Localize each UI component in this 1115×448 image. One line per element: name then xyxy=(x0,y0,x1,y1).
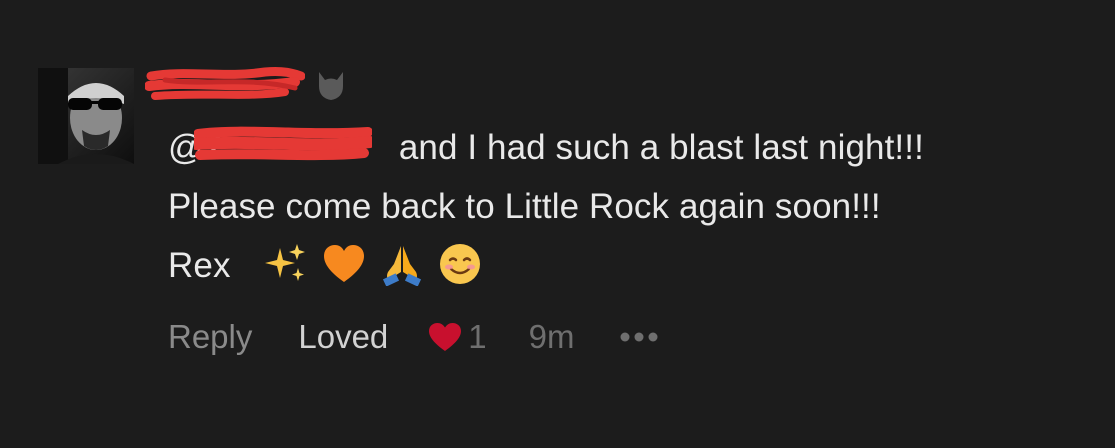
username-row xyxy=(145,62,349,106)
heart-icon[interactable] xyxy=(428,322,462,352)
sparkles-emoji xyxy=(265,244,306,281)
like-count: 1 xyxy=(468,318,487,355)
comment-actions: Reply Loved 1 9m xyxy=(168,312,663,362)
avatar[interactable] xyxy=(38,68,134,164)
comment-line-1: @2 and I had such a blast last night!!! xyxy=(168,118,1068,177)
avatar-photo xyxy=(38,68,134,164)
comment-line-2: Please come back to Little Rock again so… xyxy=(168,187,881,226)
comment-text-line1: and I had such a blast last night!!! xyxy=(398,128,924,167)
folded-hands-emoji xyxy=(382,246,421,286)
comment-line-3: Rex xyxy=(168,236,1068,295)
reply-button[interactable]: Reply xyxy=(168,318,252,356)
more-options-icon[interactable] xyxy=(619,331,663,343)
mention[interactable]: @2 xyxy=(168,118,389,177)
username-redaction[interactable] xyxy=(145,64,305,104)
timestamp: 9m xyxy=(528,318,575,355)
comment-body: @2 and I had such a blast last night!!! … xyxy=(168,118,1068,295)
comment-card: @2 and I had such a blast last night!!! … xyxy=(0,0,1115,448)
loved-button[interactable]: Loved xyxy=(298,318,388,356)
devil-badge-icon xyxy=(319,72,343,100)
orange-heart-emoji xyxy=(324,245,365,282)
comment-signoff: Rex xyxy=(168,246,231,285)
mention-text: @2 xyxy=(168,128,224,167)
smiling-face-emoji xyxy=(439,244,480,284)
